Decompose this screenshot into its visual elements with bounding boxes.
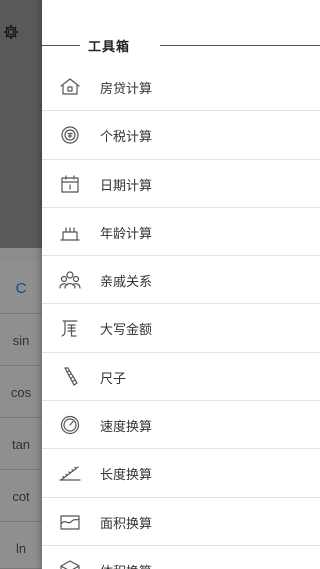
drawer-header: 工具箱 [42,33,320,57]
tax-badge-icon [58,123,82,147]
menu-item-label: 年龄计算 [100,226,153,242]
menu-item-date[interactable]: 日期计算 [42,160,320,208]
speedometer-icon [58,413,82,437]
divider [160,45,320,46]
divider [42,45,80,46]
cake-icon [58,220,82,244]
menu-item-label: 尺子 [100,371,127,387]
menu-item-label: 个税计算 [100,130,153,146]
menu-item-label: 长度换算 [100,468,153,484]
menu-item-area[interactable]: 面积换算 [42,498,320,546]
menu-item-volume[interactable]: 体积换算 [42,546,320,569]
toolbox-drawer: 工具箱 房贷计算 个税计算 日期计算 年龄计算 亲戚关系 大写金额 尺子 速度换… [42,0,320,569]
area-icon [58,510,82,534]
menu-item-mortgage[interactable]: 房贷计算 [42,63,320,112]
menu-item-label: 日期计算 [100,178,153,194]
menu-item-speed[interactable]: 速度换算 [42,401,320,450]
tool-list: 房贷计算 个税计算 日期计算 年龄计算 亲戚关系 大写金额 尺子 速度换算 长度… [42,63,320,569]
cube-icon [58,558,82,569]
house-icon [58,75,82,99]
menu-item-label: 亲戚关系 [100,275,153,291]
menu-item-label: 速度换算 [100,420,153,436]
menu-item-uppercase-amount[interactable]: 大写金额 [42,304,320,353]
menu-item-label: 大写金额 [100,323,153,339]
ruler-icon [58,365,82,389]
calendar-icon [58,172,82,196]
menu-item-relatives[interactable]: 亲戚关系 [42,256,320,305]
menu-item-age[interactable]: 年龄计算 [42,208,320,257]
amount-icon [58,316,82,340]
menu-item-label: 体积换算 [100,561,152,569]
menu-item-income-tax[interactable]: 个税计算 [42,111,320,160]
family-icon [58,268,82,292]
drawer-title: 工具箱 [88,40,131,55]
menu-item-label: 面积换算 [100,516,153,532]
menu-item-ruler[interactable]: 尺子 [42,353,320,402]
menu-item-length[interactable]: 长度换算 [42,449,320,498]
menu-item-label: 房贷计算 [100,82,153,97]
tape-icon [58,461,82,485]
